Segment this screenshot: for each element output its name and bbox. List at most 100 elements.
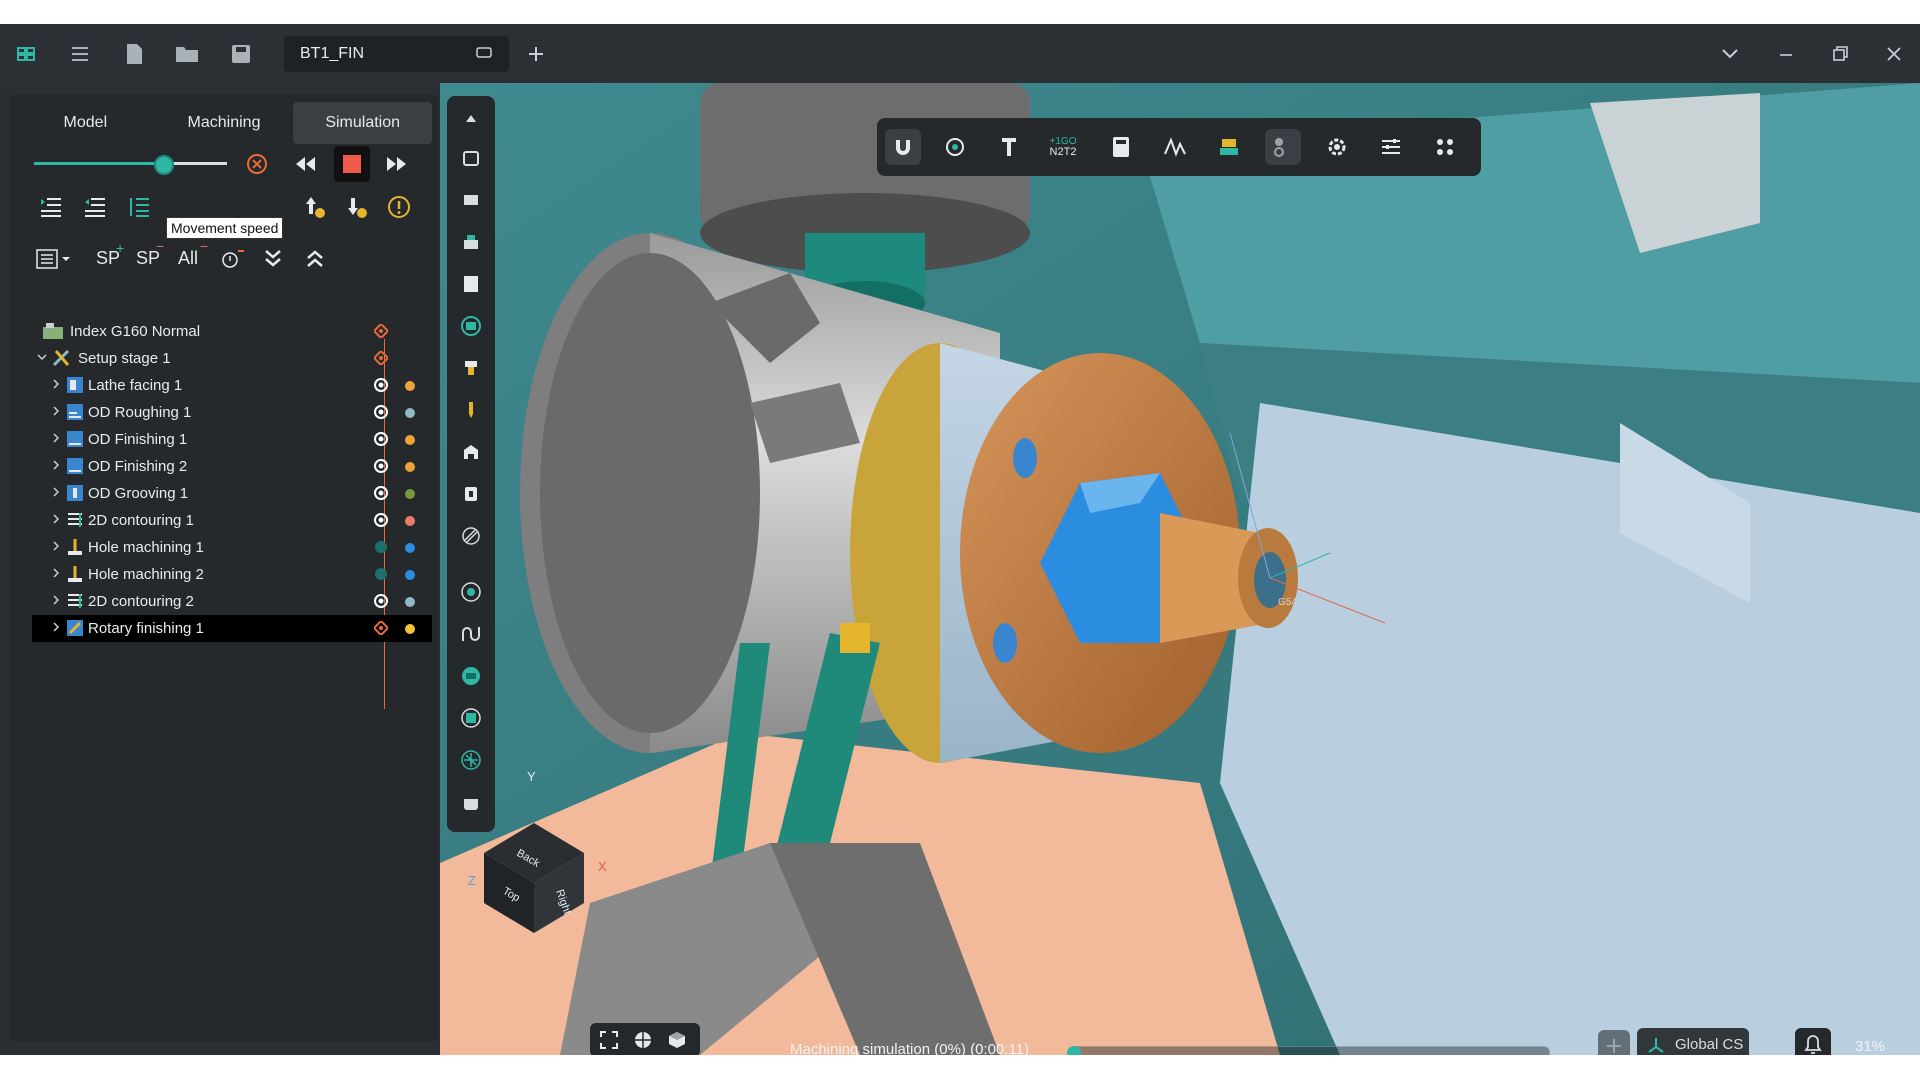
cube-view-icon[interactable] [668,1031,686,1054]
3d-viewport[interactable]: G54 Back Top Right Y Z X [440,83,1920,1055]
workpiece-icon[interactable] [459,230,483,254]
waveform-icon[interactable] [1157,129,1193,165]
chevron-right-icon[interactable] [50,513,62,527]
machine-view-icon[interactable] [459,146,483,170]
list-view-icon[interactable] [34,244,74,274]
target-marker-icon[interactable] [374,405,388,419]
tab-simulation[interactable]: Simulation [293,102,433,144]
tab-machining[interactable]: Machining [155,102,294,144]
add-tab-icon[interactable] [524,42,548,66]
menu-icon[interactable] [68,42,92,66]
chevron-right-icon[interactable] [50,567,62,581]
target-marker-icon[interactable] [374,513,388,527]
drill-icon[interactable] [459,398,483,422]
chevron-right-icon[interactable] [50,459,62,473]
close-icon[interactable] [1882,42,1906,66]
gcode-display-button[interactable]: +1GO N2T2 [1045,129,1081,165]
add-sp-button[interactable]: SP + [96,240,124,269]
holder-icon[interactable] [459,356,483,380]
surface-icon[interactable] [459,664,483,688]
fixture-icon[interactable] [459,188,483,212]
progress-knob[interactable] [1067,1046,1081,1055]
diamond-marker-icon[interactable] [372,349,390,367]
fit-view-icon[interactable] [600,1031,618,1054]
target-marker-icon[interactable] [374,486,388,500]
tree-row-od-roughing-1[interactable]: OD Roughing 1 [32,399,432,426]
tree-row-2d-contouring-2[interactable]: 2D contouring 2 [32,588,432,615]
step-indent-icon[interactable] [36,192,66,222]
tree-row-lathe-facing-1[interactable]: Lathe facing 1 [32,372,432,399]
target-marker-icon[interactable] [374,594,388,608]
remove-sp-button[interactable]: SP − [136,238,164,269]
tab-model[interactable]: Model [16,102,155,144]
shape-icon[interactable] [459,790,483,814]
restore-icon[interactable] [1828,42,1852,66]
target-marker-icon[interactable] [374,459,388,473]
info-remove-icon[interactable] [218,244,248,274]
chevron-right-icon[interactable] [50,486,62,500]
hatch-icon[interactable] [459,524,483,548]
sliders-icon[interactable] [1373,129,1409,165]
fast-forward-icon[interactable] [382,149,412,179]
target-marker-icon[interactable] [374,432,388,446]
tree-row-setup[interactable]: Setup stage 1 [32,345,432,372]
document-tab[interactable]: BT1_FIN [284,36,509,72]
tree-row-od-grooving-1[interactable]: OD Grooving 1 [32,480,432,507]
chevron-down-icon[interactable] [36,351,48,365]
expand-all-icon[interactable] [258,244,288,274]
mesh-icon[interactable] [459,748,483,772]
step-list-icon[interactable] [124,192,154,222]
calculator-icon[interactable] [1103,129,1139,165]
chevron-right-icon[interactable] [50,621,62,635]
solid-icon[interactable] [459,706,483,730]
magnet-icon[interactable] [885,129,921,165]
tool-holder-icon[interactable] [991,129,1027,165]
stop-button[interactable] [334,146,370,182]
collapse-all-icon[interactable] [300,244,330,274]
reset-speed-icon[interactable] [242,149,272,179]
curve-icon[interactable] [459,622,483,646]
tree-row-rotary-finishing-1[interactable]: Rotary finishing 1 [32,615,432,642]
tree-row-hole-machining-1[interactable]: Hole machining 1 [32,534,432,561]
save-icon[interactable] [229,42,253,66]
part-icon[interactable] [459,482,483,506]
stock-model-icon[interactable] [459,272,483,296]
minimize-icon[interactable] [1774,42,1798,66]
tree-row-od-finishing-2[interactable]: OD Finishing 2 [32,453,432,480]
point-icon[interactable] [459,580,483,604]
remove-all-button[interactable]: All − [178,238,208,269]
down-warning-icon[interactable] [342,192,372,222]
tree-row-hole-machining-2[interactable]: Hole machining 2 [32,561,432,588]
chevron-right-icon[interactable] [50,378,62,392]
add-button[interactable] [1598,1030,1630,1055]
open-folder-icon[interactable] [175,42,199,66]
tool-visibility-icon[interactable] [459,314,483,338]
shading-icon[interactable] [634,1031,652,1054]
target-marker-icon[interactable] [374,540,388,554]
step-outdent-icon[interactable] [80,192,110,222]
tool-path-icon[interactable] [1265,129,1301,165]
warning-icon[interactable] [384,192,414,222]
chevron-down-icon[interactable] [1718,42,1742,66]
coordinate-system-selector[interactable]: Global CS [1637,1028,1749,1055]
scroll-up-icon[interactable] [459,106,483,130]
rewind-icon[interactable] [290,149,320,179]
diamond-marker-icon[interactable] [372,322,390,340]
up-warning-icon[interactable] [300,192,330,222]
tree-row-2d-contouring-1[interactable]: 2D contouring 1 [32,507,432,534]
chevron-right-icon[interactable] [50,594,62,608]
grid-apps-icon[interactable] [1427,129,1463,165]
stock-icon[interactable] [1211,129,1247,165]
tab-rename-icon[interactable] [476,46,492,65]
app-logo-icon[interactable] [14,42,38,66]
tree-row-machine[interactable]: Index G160 Normal [32,318,432,345]
clamp-icon[interactable] [459,440,483,464]
camera-view-icon[interactable] [937,129,973,165]
movement-speed-slider[interactable] [34,155,227,175]
settings-gear-icon[interactable] [1319,129,1355,165]
movement-speed-knob[interactable] [154,155,175,175]
tree-row-od-finishing-1[interactable]: OD Finishing 1 [32,426,432,453]
chevron-right-icon[interactable] [50,540,62,554]
chevron-right-icon[interactable] [50,432,62,446]
diamond-marker-icon[interactable] [372,619,390,637]
